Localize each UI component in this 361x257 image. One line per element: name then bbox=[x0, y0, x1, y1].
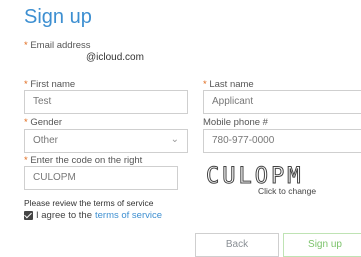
mobile-label: Mobile phone # bbox=[203, 117, 268, 128]
captcha-input[interactable]: CULOPM bbox=[24, 166, 178, 190]
required-marker: * bbox=[24, 117, 28, 128]
terms-of-service-link[interactable]: terms of service bbox=[95, 210, 162, 221]
gender-label: * Gender bbox=[24, 117, 62, 128]
last-name-label-text: Last name bbox=[209, 79, 254, 90]
mobile-label-text: Mobile phone # bbox=[203, 117, 268, 128]
first-name-label: * First name bbox=[24, 79, 75, 90]
mobile-input[interactable]: 780-977-0000 bbox=[203, 129, 361, 153]
required-marker: * bbox=[24, 155, 28, 166]
email-value[interactable]: @icloud.com bbox=[86, 52, 144, 63]
first-name-label-text: First name bbox=[30, 79, 76, 90]
email-label-text: Email address bbox=[30, 40, 91, 51]
captcha-label-text: Enter the code on the right bbox=[30, 155, 143, 166]
first-name-input[interactable]: Test bbox=[24, 90, 188, 114]
chevron-down-icon: ⌄ bbox=[170, 134, 179, 145]
captcha-refresh-hint[interactable]: Click to change bbox=[258, 186, 316, 196]
signup-button[interactable]: Sign up bbox=[283, 233, 361, 257]
required-marker: * bbox=[24, 79, 28, 90]
last-name-input[interactable]: Applicant bbox=[203, 90, 361, 114]
back-button[interactable]: Back bbox=[195, 233, 279, 257]
gender-select[interactable]: Other ⌄ bbox=[24, 129, 188, 153]
email-label: * Email address bbox=[24, 40, 91, 51]
gender-label-text: Gender bbox=[30, 117, 63, 128]
last-name-label: * Last name bbox=[203, 79, 254, 90]
terms-review-text: Please review the terms of service bbox=[24, 198, 154, 208]
terms-agree-text: I agree to the bbox=[36, 210, 92, 221]
captcha-label: * Enter the code on the right bbox=[24, 155, 142, 166]
page-title: Sign up bbox=[24, 6, 92, 28]
terms-checkbox[interactable] bbox=[24, 211, 33, 220]
terms-agree-row: I agree to the terms of service bbox=[24, 210, 162, 221]
gender-selected-value: Other bbox=[33, 135, 59, 146]
required-marker: * bbox=[24, 40, 28, 51]
required-marker: * bbox=[203, 79, 207, 90]
